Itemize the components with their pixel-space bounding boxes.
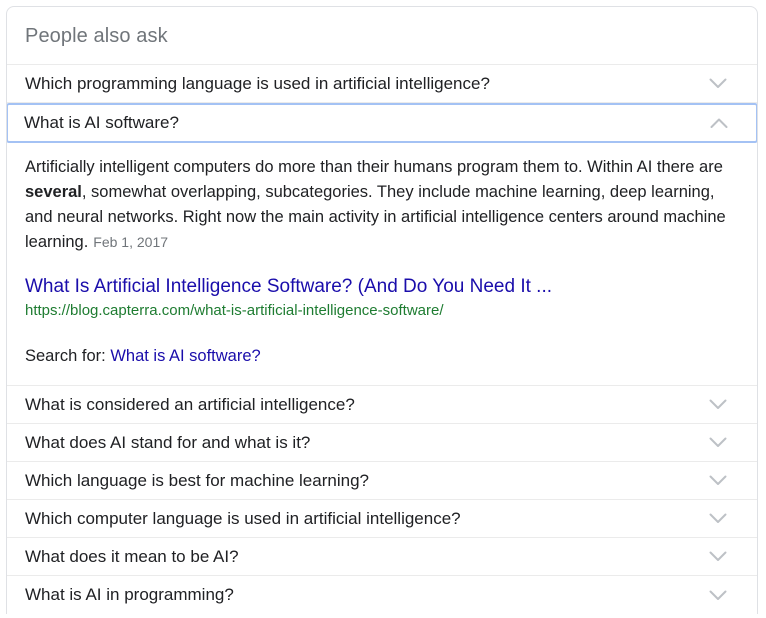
question-row-collapsed[interactable]: What does AI stand for and what is it?: [7, 424, 757, 462]
source-url[interactable]: https://blog.capterra.com/what-is-artifi…: [25, 301, 739, 321]
question-label: Which language is best for machine learn…: [25, 470, 369, 490]
question-row-expanded[interactable]: What is AI software?: [7, 103, 757, 143]
question-row-collapsed[interactable]: Which language is best for machine learn…: [7, 462, 757, 500]
page-title: People also ask: [25, 24, 168, 47]
chevron-down-icon[interactable]: [707, 546, 729, 568]
answer-text-bold: several: [25, 183, 82, 201]
answer-snippet: Artificially intelligent computers do mo…: [25, 155, 739, 255]
question-list: What is considered an artificial intelli…: [7, 386, 757, 614]
question-label: What is considered an artificial intelli…: [25, 394, 355, 414]
question-label: What does AI stand for and what is it?: [25, 432, 311, 452]
search-for-label: Search for:: [25, 347, 106, 365]
question-label-expanded: What is AI software?: [24, 113, 179, 132]
question-label: What is AI in programming?: [25, 585, 234, 604]
chevron-up-icon[interactable]: [708, 112, 730, 134]
question-row-collapsed[interactable]: Which computer language is used in artif…: [7, 500, 757, 538]
source-result: What Is Artificial Intelligence Software…: [25, 275, 739, 321]
source-title-link[interactable]: What Is Artificial Intelligence Software…: [25, 275, 739, 299]
question-row-collapsed[interactable]: What is considered an artificial intelli…: [7, 386, 757, 424]
question-label: Which programming language is used in ar…: [25, 73, 490, 93]
people-also-ask-header: People also ask: [7, 7, 757, 65]
chevron-down-icon[interactable]: [707, 470, 729, 492]
chevron-down-icon[interactable]: [707, 73, 729, 95]
question-label: What does it mean to be AI?: [25, 546, 239, 566]
search-for-query-link[interactable]: What is AI software?: [110, 347, 260, 365]
answer-text-part1: Artificially intelligent computers do mo…: [25, 158, 723, 176]
question-row-collapsed[interactable]: Which programming language is used in ar…: [7, 65, 757, 103]
answer-date: Feb 1, 2017: [93, 234, 169, 250]
question-label: Which computer language is used in artif…: [25, 508, 461, 528]
question-row-collapsed[interactable]: What does it mean to be AI?: [7, 538, 757, 576]
chevron-down-icon[interactable]: [707, 584, 729, 606]
chevron-down-icon[interactable]: [707, 394, 729, 416]
question-row-collapsed[interactable]: What is AI in programming?: [7, 576, 757, 614]
chevron-down-icon[interactable]: [707, 432, 729, 454]
people-also-ask-card: People also ask Which programming langua…: [6, 6, 758, 614]
chevron-down-icon[interactable]: [707, 508, 729, 530]
answer-panel: Artificially intelligent computers do mo…: [7, 143, 757, 386]
search-for-row: Search for: What is AI software?: [25, 345, 739, 367]
